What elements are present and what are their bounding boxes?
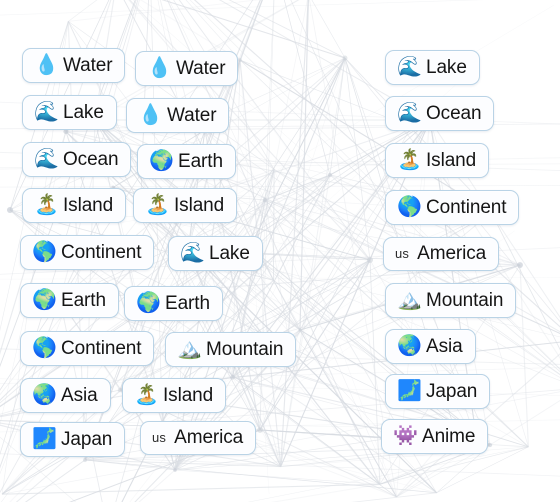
element-card-label: Anime [422,425,476,447]
element-card-japan[interactable]: 🗾 Japan [20,422,126,457]
element-card-america[interactable]: us America [383,237,500,271]
ocean-wave-icon: 🌊 [397,56,422,78]
element-card-japan[interactable]: 🗾 Japan [385,374,491,409]
earth-globe-icon: 🌍 [32,289,57,311]
element-card-label: Island [426,149,477,171]
element-card-label: Earth [165,292,210,314]
crafting-board[interactable]: 💧 Water 💧 Water 🌊 Lake 💧 Water 🌊 Ocean 🌍 Earth 🏝️ Isl… [0,0,560,502]
japan-map-icon: 🗾 [397,380,422,402]
water-drop-icon: 💧 [34,54,59,76]
element-card-water[interactable]: 💧 Water [126,98,230,133]
element-card-ocean[interactable]: 🌊 Ocean [385,96,495,131]
element-card-label: Ocean [426,102,482,124]
element-card-label: Water [63,54,113,76]
element-card-continent[interactable]: 🌎 Continent [385,190,520,225]
element-card-lake[interactable]: 🌊 Lake [22,95,117,130]
element-card-earth[interactable]: 🌍 Earth [20,283,119,318]
element-card-america[interactable]: us America [140,421,257,455]
ocean-wave-icon: 🌊 [180,242,205,264]
mountain-icon: 🏔️ [177,338,202,360]
element-card-label: Japan [426,380,478,402]
element-card-label: Asia [61,384,98,406]
island-icon: 🏝️ [134,384,159,406]
element-card-island[interactable]: 🏝️ Island [385,143,490,178]
element-card-earth[interactable]: 🌍 Earth [137,144,236,179]
element-card-label: Asia [426,335,463,357]
earth-globe-icon: 🌍 [149,150,174,172]
element-card-anime[interactable]: 👾 Anime [381,419,489,454]
element-card-label: Continent [426,196,507,218]
water-drop-icon: 💧 [147,57,172,79]
mountain-icon: 🏔️ [397,289,422,311]
element-card-continent[interactable]: 🌎 Continent [20,331,155,366]
element-card-label: Island [174,194,225,216]
element-card-label: Lake [209,242,250,264]
element-card-asia[interactable]: 🌏 Asia [385,329,476,364]
element-card-label: Island [63,194,114,216]
element-card-island[interactable]: 🏝️ Island [122,378,227,413]
element-card-label: Earth [61,289,106,311]
us-flag-icon: us [152,430,167,445]
element-card-label: Mountain [206,338,284,360]
element-card-label: Island [163,384,214,406]
element-card-mountain[interactable]: 🏔️ Mountain [165,332,297,367]
earth-americas-icon: 🌎 [397,196,422,218]
element-card-label: Water [176,57,226,79]
element-card-label: Earth [178,150,223,172]
water-drop-icon: 💧 [138,104,163,126]
element-card-label: America [174,427,244,448]
element-card-label: Ocean [63,148,119,170]
element-card-continent[interactable]: 🌎 Continent [20,235,155,270]
element-card-label: America [417,243,487,264]
element-card-lake[interactable]: 🌊 Lake [385,50,480,85]
alien-monster-icon: 👾 [393,425,418,447]
element-card-label: Continent [61,337,142,359]
element-card-label: Water [167,104,217,126]
element-card-label: Mountain [426,289,504,311]
element-card-label: Lake [63,101,104,123]
island-icon: 🏝️ [397,149,422,171]
earth-asia-icon: 🌏 [32,384,57,406]
ocean-wave-icon: 🌊 [397,102,422,124]
element-card-earth[interactable]: 🌍 Earth [124,286,223,321]
earth-americas-icon: 🌎 [32,241,57,263]
element-card-island[interactable]: 🏝️ Island [22,188,127,223]
island-icon: 🏝️ [145,194,170,216]
ocean-wave-icon: 🌊 [34,148,59,170]
element-card-water[interactable]: 💧 Water [22,48,126,83]
us-flag-icon: us [395,246,410,261]
element-card-island[interactable]: 🏝️ Island [133,188,238,223]
element-card-ocean[interactable]: 🌊 Ocean [22,142,132,177]
element-card-water[interactable]: 💧 Water [135,51,239,86]
japan-map-icon: 🗾 [32,428,57,450]
earth-americas-icon: 🌎 [32,337,57,359]
element-card-label: Japan [61,428,113,450]
element-card-lake[interactable]: 🌊 Lake [168,236,263,271]
earth-globe-icon: 🌍 [136,292,161,314]
element-card-mountain[interactable]: 🏔️ Mountain [385,283,517,318]
element-card-asia[interactable]: 🌏 Asia [20,378,111,413]
island-icon: 🏝️ [34,194,59,216]
ocean-wave-icon: 🌊 [34,101,59,123]
earth-asia-icon: 🌏 [397,335,422,357]
element-card-label: Lake [426,56,467,78]
element-card-label: Continent [61,241,142,263]
